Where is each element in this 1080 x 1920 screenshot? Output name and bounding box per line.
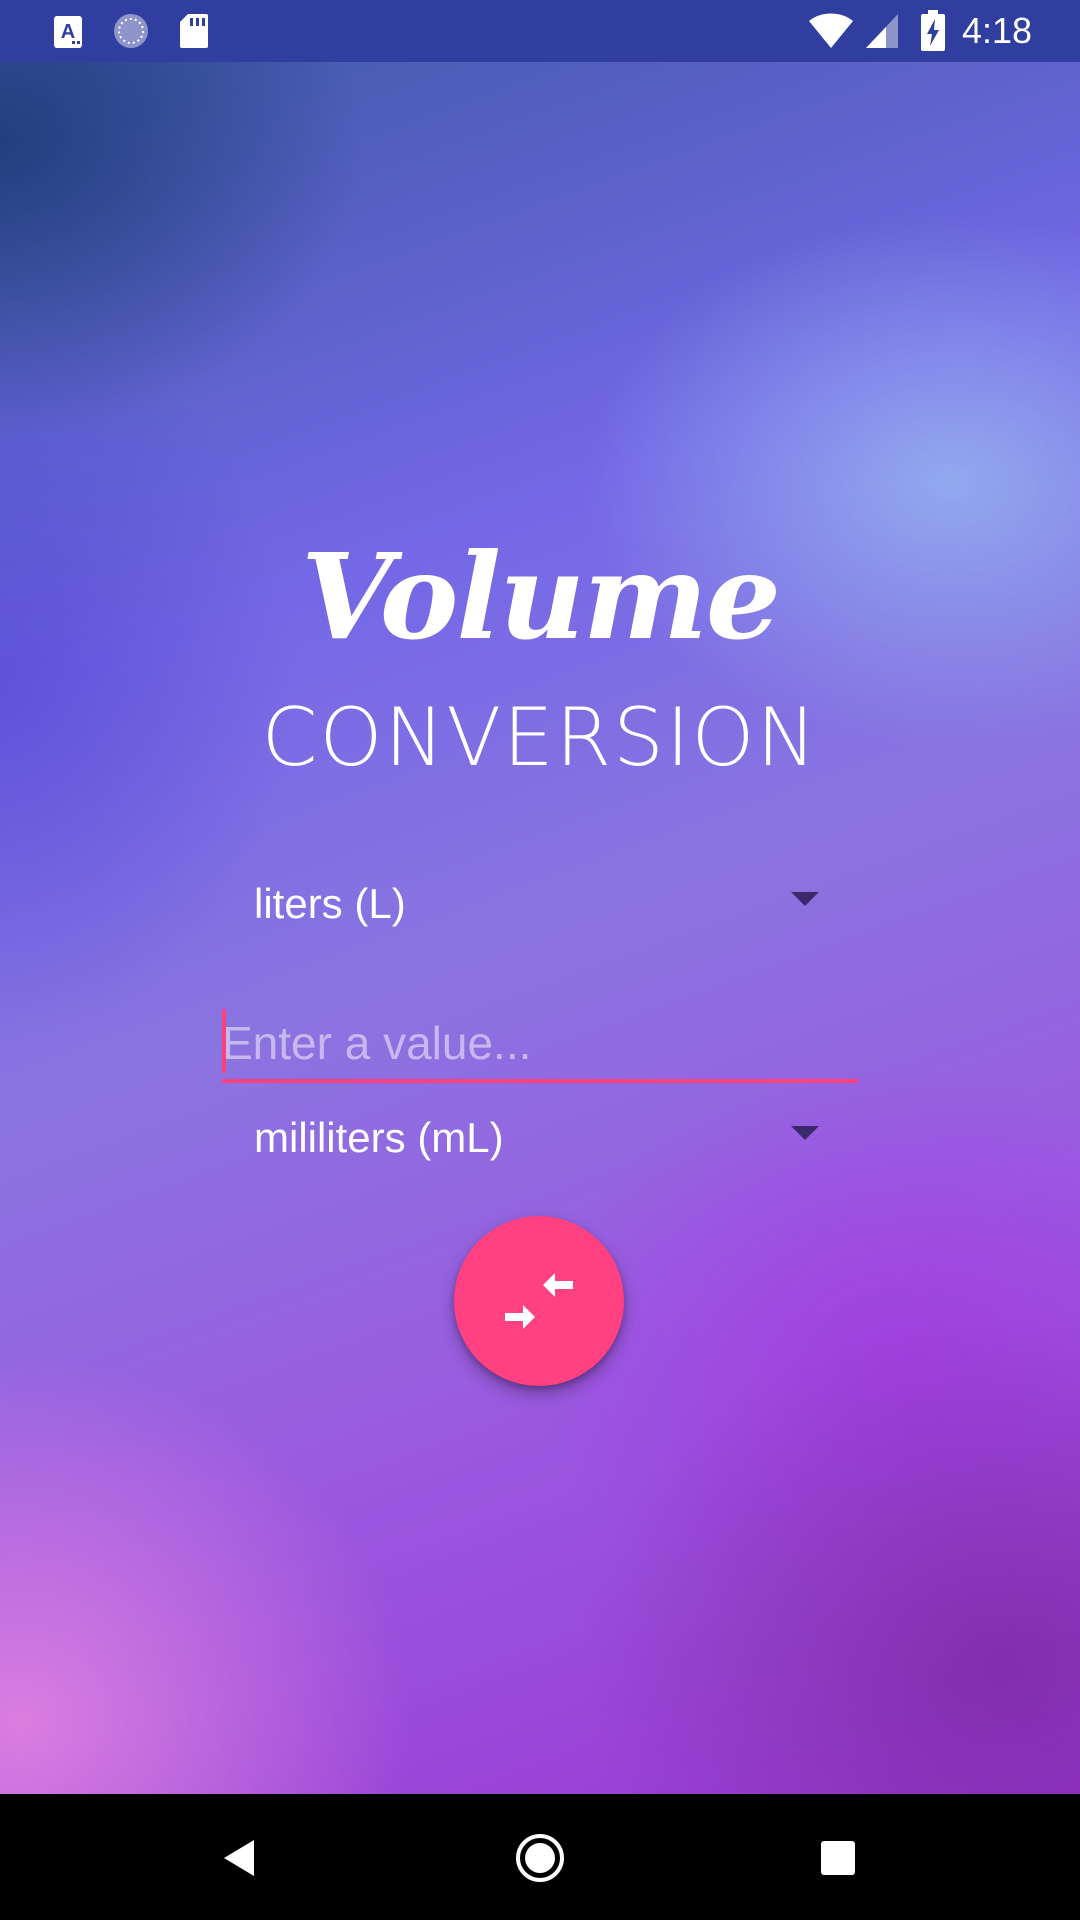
status-bar: A 4:18 <box>0 0 1080 62</box>
value-field[interactable] <box>222 1007 858 1083</box>
to-unit-label: mililiters (mL) <box>254 1114 504 1161</box>
app-screen: A 4:18 Volume CONVERSION liters (L) Ente… <box>0 0 1080 1920</box>
text-cursor <box>222 1009 226 1073</box>
value-input[interactable] <box>222 1007 858 1083</box>
home-icon[interactable] <box>512 1830 568 1886</box>
title-volume: Volume <box>301 527 781 666</box>
dropdown-arrow-icon <box>791 892 819 906</box>
status-time: 4:18 <box>962 10 1033 51</box>
svg-text:A: A <box>61 21 75 43</box>
from-unit-label: liters (L) <box>254 880 406 927</box>
converter-screen: Volume CONVERSION liters (L) mililiters … <box>0 62 1080 1794</box>
dropdown-arrow-icon <box>791 1126 819 1140</box>
recents-icon[interactable] <box>810 1830 866 1886</box>
back-icon[interactable] <box>212 1830 268 1886</box>
wifi-icon <box>809 13 853 48</box>
from-unit-dropdown[interactable]: liters (L) <box>222 864 842 944</box>
sync-icon <box>114 14 148 48</box>
signal-icon <box>866 14 898 48</box>
battery-charging-icon <box>921 10 945 51</box>
to-unit-dropdown[interactable]: mililiters (mL) <box>222 1098 842 1178</box>
swap-arrows-icon <box>505 1273 573 1329</box>
title-conversion: CONVERSION <box>261 691 819 784</box>
navigation-bar <box>0 1794 1080 1920</box>
convert-button[interactable] <box>454 1216 624 1386</box>
a-notification-icon: A <box>54 16 82 48</box>
sd-card-icon <box>180 14 208 48</box>
